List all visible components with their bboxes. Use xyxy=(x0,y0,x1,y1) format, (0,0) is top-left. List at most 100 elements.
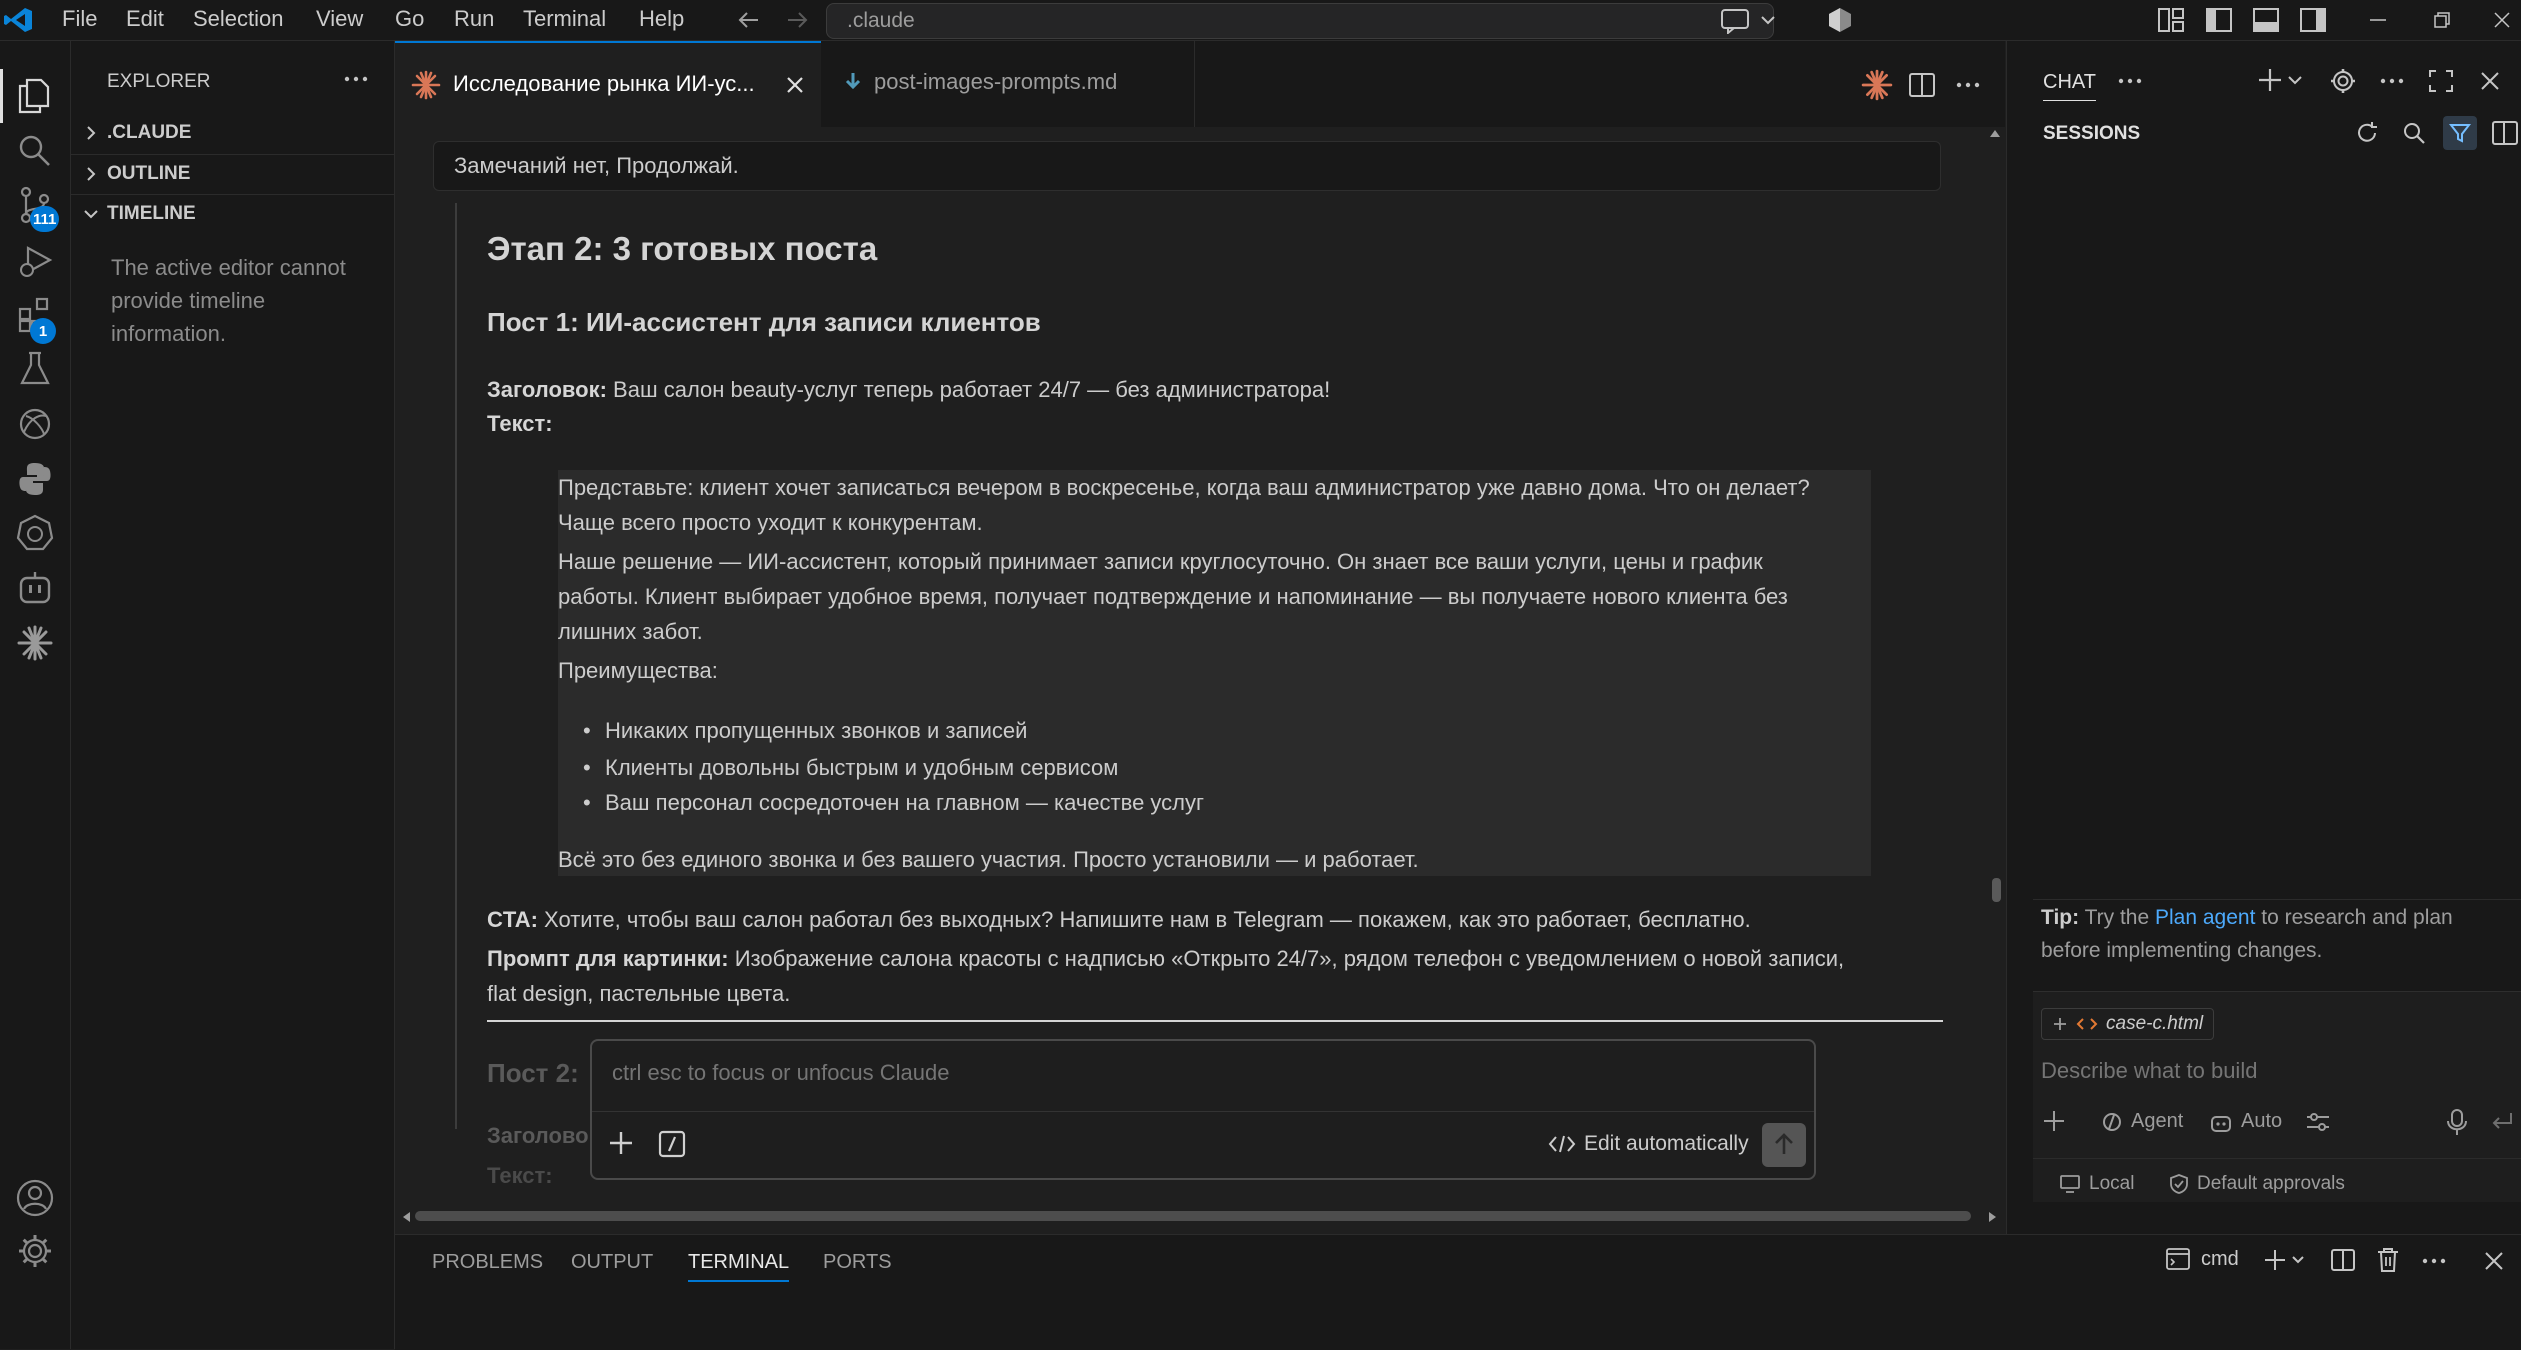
close-tab-icon[interactable] xyxy=(783,73,807,97)
command-center[interactable]: .claude xyxy=(826,3,1774,39)
menu-run[interactable]: Run xyxy=(454,6,494,32)
context-file-chip[interactable]: case-c.html xyxy=(2041,1008,2215,1040)
agent-mode-button[interactable]: Agent xyxy=(2101,1110,2183,1133)
section-label: OUTLINE xyxy=(107,163,191,184)
section-claude[interactable]: .CLAUDE xyxy=(71,114,394,152)
chat-input-area: case-c.html Agent Auto Local Def xyxy=(2033,991,2521,1202)
section-timeline[interactable]: TIMELINE xyxy=(71,194,394,233)
chat-prompt-input[interactable] xyxy=(2039,1050,2503,1092)
minimize-icon[interactable] xyxy=(2366,7,2390,33)
split-terminal-icon[interactable] xyxy=(2329,1247,2357,1273)
local-target-button[interactable]: Local xyxy=(2059,1173,2134,1195)
claude-code-icon[interactable] xyxy=(8,616,62,670)
close-chat-icon[interactable] xyxy=(2477,68,2503,94)
kill-terminal-trash-icon[interactable] xyxy=(2375,1246,2401,1274)
customize-layout-icon[interactable] xyxy=(2157,7,2185,33)
section-outline[interactable]: OUTLINE xyxy=(71,154,394,193)
close-window-icon[interactable] xyxy=(2490,7,2514,33)
maximize-icon[interactable] xyxy=(2427,68,2455,94)
remote-explorer-icon[interactable] xyxy=(8,397,62,451)
headline-text: Ваш салон beauty-услуг теперь работает 2… xyxy=(613,377,1331,402)
scroll-right-arrow-icon[interactable] xyxy=(1987,1210,1999,1224)
menu-file[interactable]: File xyxy=(62,6,97,32)
accounts-icon[interactable] xyxy=(8,1171,62,1225)
panel-tab-problems[interactable]: PROBLEMS xyxy=(432,1251,543,1274)
terminal-cmd-icon xyxy=(2166,1248,2190,1270)
submit-enter-icon[interactable] xyxy=(2489,1110,2515,1134)
quote-line: Представьте: клиент хочет записаться веч… xyxy=(558,475,1810,500)
kubernetes-icon[interactable] xyxy=(8,506,62,560)
menu-view[interactable]: View xyxy=(316,6,363,32)
manage-gear-icon[interactable] xyxy=(8,1224,62,1278)
testing-flask-icon[interactable] xyxy=(8,342,62,396)
menu-help[interactable]: Help xyxy=(639,6,684,32)
toggle-secondary-sidebar-icon[interactable] xyxy=(2299,7,2327,33)
claude-prompt-input[interactable] xyxy=(610,1053,1794,1093)
new-chat-plus-icon[interactable] xyxy=(2257,65,2307,95)
python-icon[interactable] xyxy=(8,452,62,506)
tab-post-images-prompts[interactable]: post-images-prompts.md xyxy=(822,41,1195,127)
response-indent-bar xyxy=(455,203,457,1129)
menu-terminal[interactable]: Terminal xyxy=(523,6,606,32)
filter-icon[interactable] xyxy=(2443,116,2477,150)
vertical-scrollbar-thumb[interactable] xyxy=(1992,878,2001,902)
copilot-model-icon xyxy=(2211,1115,2231,1132)
bottom-panel: PROBLEMS OUTPUT TERMINAL PORTS cmd xyxy=(395,1234,2521,1350)
run-debug-icon[interactable] xyxy=(8,233,62,287)
shield-check-icon xyxy=(2170,1174,2188,1194)
chat-tab[interactable]: CHAT xyxy=(2043,71,2096,101)
scroll-up-arrow-icon[interactable] xyxy=(1988,127,2002,139)
chat-sidebar: CHAT SESSIONS Tip: Try the Plan agent to… xyxy=(2006,41,2521,1234)
refresh-icon[interactable] xyxy=(2354,120,2380,146)
toggle-panel-icon[interactable] xyxy=(2252,7,2280,33)
forward-arrow-icon[interactable] xyxy=(784,8,810,32)
tools-sliders-icon[interactable] xyxy=(2305,1110,2331,1134)
panel-more-icon[interactable] xyxy=(2419,1251,2449,1271)
copilot-bot-icon[interactable] xyxy=(8,561,62,615)
extensions-icon[interactable]: 1 xyxy=(8,288,62,344)
session-search-icon[interactable] xyxy=(2401,120,2427,146)
new-terminal-plus-icon[interactable] xyxy=(2263,1247,2313,1273)
chat-more-icon[interactable] xyxy=(2115,71,2145,91)
copilot-chat-icon[interactable] xyxy=(1720,6,1780,34)
chat-attach-plus-icon[interactable] xyxy=(2041,1108,2067,1134)
panel-tab-output[interactable]: OUTPUT xyxy=(571,1251,653,1274)
restore-icon[interactable] xyxy=(2430,7,2454,33)
chat-settings-gear-icon[interactable] xyxy=(2329,67,2357,95)
menu-go[interactable]: Go xyxy=(395,6,424,32)
toggle-sessions-layout-icon[interactable] xyxy=(2491,120,2519,146)
toggle-primary-sidebar-icon[interactable] xyxy=(2205,7,2233,33)
chat-tip: Tip: Try the Plan agent to research and … xyxy=(2041,901,2511,967)
explorer-more-icon[interactable] xyxy=(341,69,371,89)
menu-edit[interactable]: Edit xyxy=(126,6,164,32)
accounts-shield-icon[interactable] xyxy=(1826,6,1854,34)
chevron-right-icon xyxy=(83,165,99,183)
editor-more-icon[interactable] xyxy=(1953,75,1983,95)
tab-claude-session[interactable]: Исследование рынка ИИ-ус... xyxy=(395,41,821,127)
post2-headline-partial: Заголово xyxy=(487,1123,589,1148)
close-panel-icon[interactable] xyxy=(2481,1248,2507,1274)
approvals-button[interactable]: Default approvals xyxy=(2169,1173,2345,1195)
slash-command-icon[interactable] xyxy=(658,1130,686,1158)
attach-plus-icon[interactable] xyxy=(606,1128,636,1158)
back-arrow-icon[interactable] xyxy=(736,8,762,32)
scroll-left-arrow-icon[interactable] xyxy=(400,1210,412,1224)
horizontal-scrollbar-thumb[interactable] xyxy=(415,1211,1971,1221)
auto-model-button[interactable]: Auto xyxy=(2209,1110,2282,1133)
source-control-icon[interactable]: 111 xyxy=(8,178,62,232)
search-icon[interactable] xyxy=(8,124,62,178)
plan-agent-link[interactable]: Plan agent xyxy=(2155,906,2255,929)
cta-text: Хотите, чтобы ваш салон работал без выхо… xyxy=(544,907,1751,932)
send-button[interactable] xyxy=(1762,1123,1806,1167)
terminal-selector[interactable]: cmd xyxy=(2165,1247,2239,1271)
edit-mode-button[interactable]: Edit automatically xyxy=(1548,1130,1749,1158)
menu-selection[interactable]: Selection xyxy=(193,6,284,32)
panel-tab-ports[interactable]: PORTS xyxy=(823,1251,892,1274)
chat-overflow-icon[interactable] xyxy=(2377,71,2407,91)
split-editor-icon[interactable] xyxy=(1907,71,1937,99)
explorer-files-icon[interactable] xyxy=(0,69,65,123)
benefit-item: Клиенты довольны быстрым и удобным серви… xyxy=(583,755,1118,781)
claude-orange-icon[interactable] xyxy=(1861,69,1893,101)
panel-tab-terminal[interactable]: TERMINAL xyxy=(688,1251,790,1282)
microphone-icon[interactable] xyxy=(2445,1108,2469,1136)
